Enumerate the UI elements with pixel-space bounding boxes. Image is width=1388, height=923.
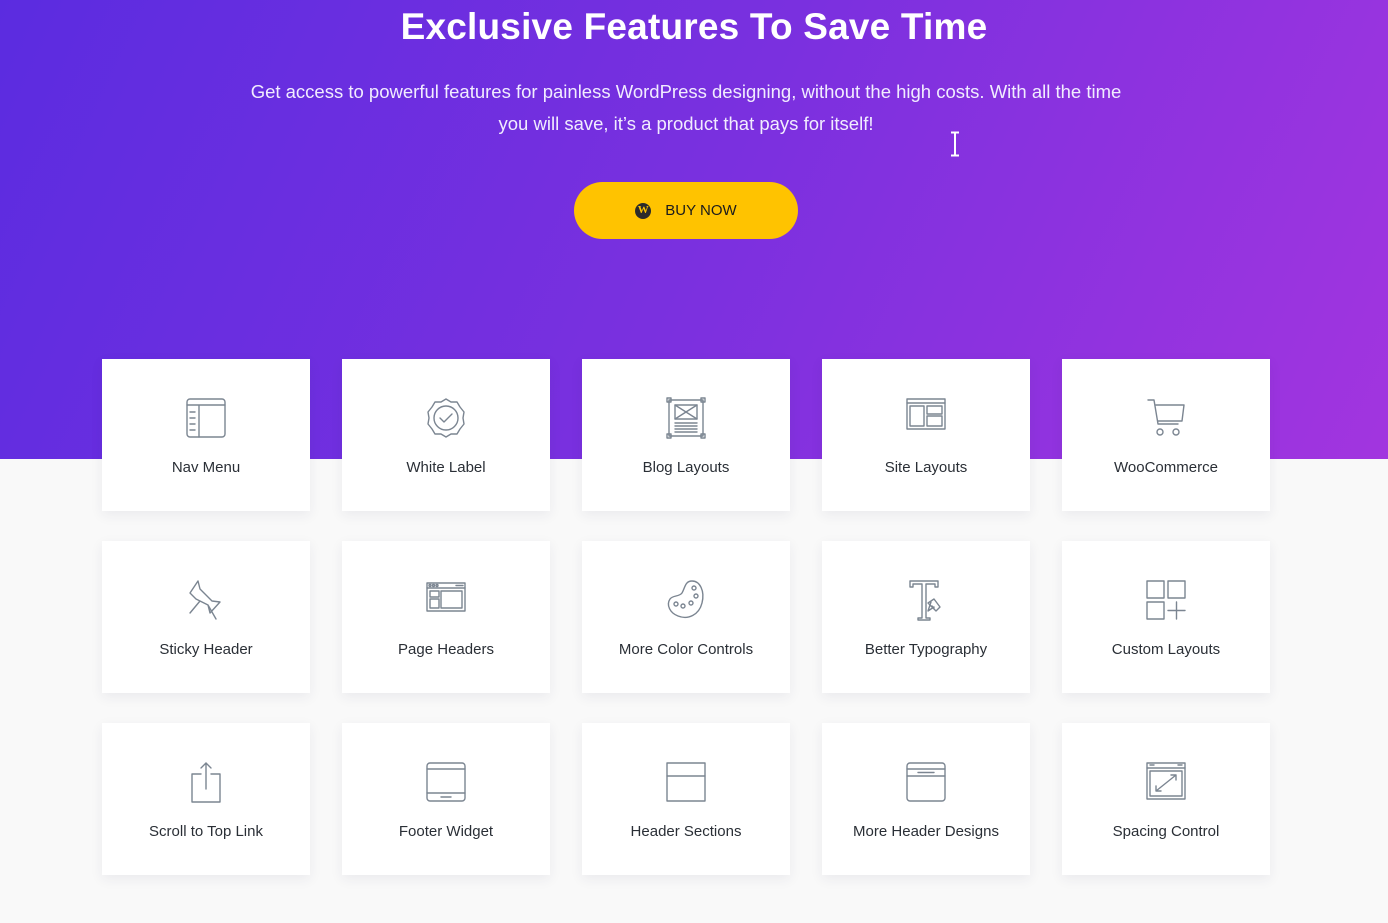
feature-card-site-layouts[interactable]: Site Layouts [822,359,1030,511]
feature-label: More Color Controls [618,641,754,658]
feature-card-spacing-control[interactable]: Spacing Control [1062,723,1270,875]
site-layout-icon [906,397,946,439]
page-title: Exclusive Features To Save Time [400,6,988,47]
feature-card-blog-layouts[interactable]: Blog Layouts [582,359,790,511]
hero-description: Get access to powerful features for pain… [250,81,1122,134]
feature-label: Blog Layouts [642,459,730,476]
feature-label: Nav Menu [171,459,241,476]
feature-label: White Label [406,459,486,476]
feature-label: Header Sections [630,823,742,840]
share-up-icon [186,761,226,803]
header-section-icon [666,761,706,803]
feature-card-more-header-designs[interactable]: More Header Designs [822,723,1030,875]
buy-now-label: BUY NOW [665,202,737,219]
feature-card-white-label[interactable]: White Label [342,359,550,511]
feature-label: Better Typography [864,641,988,658]
blog-layout-icon [666,397,706,439]
page-header-icon [426,579,466,621]
feature-card-custom-layouts[interactable]: Custom Layouts [1062,541,1270,693]
badge-check-icon [426,397,466,439]
feature-label: Page Headers [398,641,494,658]
footer-widget-icon [426,761,466,803]
header-design-icon [906,761,946,803]
text-cursor-icon [951,131,959,157]
feature-card-nav-menu[interactable]: Nav Menu [102,359,310,511]
nav-menu-icon [186,397,226,439]
feature-card-sticky-header[interactable]: Sticky Header [102,541,310,693]
feature-card-header-sections[interactable]: Header Sections [582,723,790,875]
feature-card-page-headers[interactable]: Page Headers [342,541,550,693]
resize-icon [1146,761,1186,803]
feature-card-woocommerce[interactable]: WooCommerce [1062,359,1270,511]
feature-label: Scroll to Top Link [149,823,263,840]
feature-card-more-color-controls[interactable]: More Color Controls [582,541,790,693]
feature-label: WooCommerce [1114,459,1218,476]
buy-now-button[interactable]: W BUY NOW [574,182,798,239]
typography-icon [906,579,946,621]
feature-card-scroll-to-top-link[interactable]: Scroll to Top Link [102,723,310,875]
pushpin-icon [186,579,226,621]
feature-label: Site Layouts [884,459,968,476]
palette-icon [666,579,706,621]
feature-card-footer-widget[interactable]: Footer Widget [342,723,550,875]
grid-plus-icon [1146,579,1186,621]
feature-card-better-typography[interactable]: Better Typography [822,541,1030,693]
feature-label: Spacing Control [1112,823,1220,840]
feature-label: Custom Layouts [1111,641,1221,658]
wordpress-icon: W [635,202,652,219]
features-grid: Nav Menu White Label Blog Layouts Site L… [102,359,1270,875]
feature-label: Footer Widget [398,823,494,840]
cart-icon [1146,397,1186,439]
feature-label: More Header Designs [853,823,999,840]
feature-label: Sticky Header [159,641,253,658]
